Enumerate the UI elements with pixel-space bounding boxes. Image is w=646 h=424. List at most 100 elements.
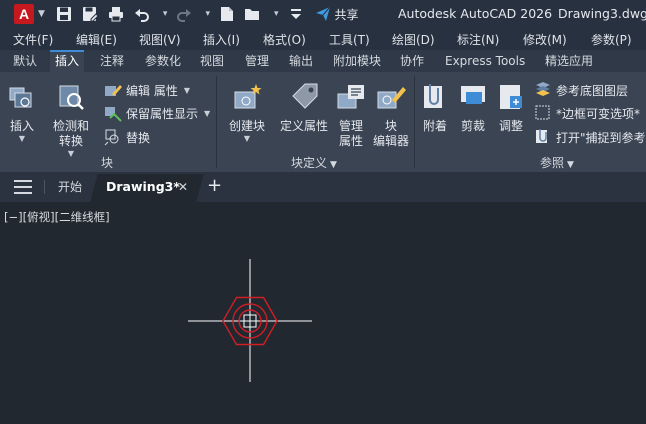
frames-variable-label: *边框可变选项* bbox=[556, 106, 641, 121]
open-dropdown-icon[interactable]: ▾ bbox=[274, 9, 279, 19]
insert-block-label: 插入 bbox=[9, 119, 34, 133]
manage-attributes-button[interactable]: 管理 属性 bbox=[334, 82, 368, 149]
adjust-label: 调整 bbox=[498, 119, 523, 133]
frames-variable-dropdown[interactable]: *边框可变选项* ▼ bbox=[534, 104, 646, 122]
panel-divider bbox=[414, 76, 415, 168]
undo-dropdown-icon[interactable]: ▾ bbox=[163, 9, 168, 19]
share-label: 共享 bbox=[334, 7, 359, 22]
menu-parametric[interactable]: 参数(P) bbox=[591, 31, 632, 48]
block-editor-label-line1: 块 bbox=[384, 119, 397, 133]
new-tab-plus-icon[interactable]: + bbox=[207, 176, 222, 196]
replace-button[interactable]: 替换 bbox=[104, 128, 150, 146]
define-attribute-button[interactable]: 定义属性 bbox=[278, 82, 330, 134]
create-block-button[interactable]: 创建块 ▼ bbox=[224, 82, 270, 144]
tab-divider bbox=[44, 180, 45, 194]
tag-icon bbox=[292, 83, 318, 109]
edit-attribute-button[interactable]: 编辑 属性 ▼ bbox=[104, 81, 190, 99]
save-as-icon[interactable] bbox=[81, 5, 99, 23]
block-definition-title-label: 块定义 bbox=[291, 156, 328, 170]
clip-icon bbox=[461, 86, 485, 104]
menu-dimension[interactable]: 标注(N) bbox=[457, 31, 499, 48]
tab-manage[interactable]: 管理 bbox=[240, 50, 274, 72]
chevron-down-icon: ▼ bbox=[67, 149, 75, 158]
replace-icon bbox=[104, 129, 119, 146]
chevron-down-icon[interactable]: ▼ bbox=[38, 9, 45, 19]
attach-label: 附着 bbox=[422, 119, 447, 133]
new-file-icon[interactable] bbox=[218, 5, 236, 23]
undo-icon[interactable] bbox=[133, 5, 151, 23]
retain-attribute-label: 保留属性显示 bbox=[126, 106, 199, 121]
tab-view[interactable]: 视图 bbox=[195, 50, 229, 72]
redo-dropdown-icon[interactable]: ▾ bbox=[205, 9, 210, 19]
manage-attributes-label-line1: 管理 bbox=[338, 119, 363, 133]
detect-convert-button[interactable]: 检测和 转换 ▼ bbox=[50, 82, 92, 159]
print-icon[interactable] bbox=[107, 5, 125, 23]
retain-attribute-display-button[interactable]: 保留属性显示 ▼ bbox=[104, 104, 210, 122]
adjust-button[interactable]: 调整 bbox=[494, 82, 528, 134]
title-bar: A ▼ ▾ ▾ ▾ 共享 Autodesk AutoCAD 2026 Drawi… bbox=[0, 0, 646, 28]
tab-annotate[interactable]: 注释 bbox=[95, 50, 129, 72]
chevron-down-icon: ▼ bbox=[18, 134, 26, 143]
tab-featured-apps[interactable]: 精选应用 bbox=[540, 50, 598, 72]
edit-attribute-label: 编辑 属性 bbox=[126, 83, 178, 98]
menu-file[interactable]: 文件(F) bbox=[13, 31, 53, 48]
tab-insert[interactable]: 插入 bbox=[50, 50, 85, 72]
active-file-tab-label[interactable]: Drawing3* bbox=[106, 172, 180, 202]
block-definition-panel-title[interactable]: 块定义 ▼ bbox=[291, 154, 337, 171]
menu-edit[interactable]: 编辑(E) bbox=[76, 31, 117, 48]
panel-divider bbox=[216, 76, 217, 168]
manage-attributes-label-line2: 属性 bbox=[338, 134, 363, 148]
define-attribute-label: 定义属性 bbox=[279, 119, 328, 133]
redo-icon[interactable] bbox=[175, 5, 193, 23]
create-block-icon bbox=[234, 84, 262, 109]
frame-icon bbox=[535, 105, 550, 120]
tab-addins[interactable]: 附加模块 bbox=[328, 50, 386, 72]
open-folder-icon[interactable] bbox=[244, 5, 262, 23]
tab-default[interactable]: 默认 bbox=[8, 50, 42, 72]
create-block-label: 创建块 bbox=[228, 119, 265, 133]
block-editor-button[interactable]: 块 编辑器 bbox=[370, 82, 412, 149]
tab-output[interactable]: 输出 bbox=[284, 50, 318, 72]
share-button[interactable]: 共享 bbox=[315, 6, 359, 23]
block-editor-icon bbox=[377, 87, 406, 109]
customize-icon[interactable] bbox=[287, 5, 305, 23]
tab-express-tools[interactable]: Express Tools bbox=[440, 50, 530, 72]
insert-block-button[interactable]: 插入 ▼ bbox=[4, 82, 40, 144]
chevron-down-icon: ▼ bbox=[330, 160, 337, 170]
underlay-layers-button[interactable]: 参考底图图层 bbox=[534, 81, 628, 99]
insert-block-icon bbox=[9, 87, 32, 108]
chevron-down-icon: ▼ bbox=[183, 85, 190, 95]
chevron-down-icon: ▼ bbox=[243, 134, 251, 143]
menu-bar: 文件(F) 编辑(E) 视图(V) 插入(I) 格式(O) 工具(T) 绘图(D… bbox=[0, 28, 646, 50]
reference-panel-title[interactable]: 参照 ▼ bbox=[540, 154, 574, 171]
drawing-canvas[interactable]: [−][俯视][二维线框] bbox=[0, 202, 646, 424]
chevron-down-icon: ▼ bbox=[204, 108, 211, 118]
quick-access-toolbar: ▾ ▾ ▾ 共享 bbox=[55, 5, 359, 23]
application-menu-button[interactable]: A bbox=[14, 4, 34, 24]
detect-convert-label-line1: 检测和 bbox=[52, 119, 89, 133]
detect-convert-label-line2: 转换 bbox=[58, 134, 83, 148]
share-icon bbox=[315, 6, 330, 21]
save-icon[interactable] bbox=[55, 5, 73, 23]
underlay-layers-label: 参考底图图层 bbox=[556, 83, 629, 98]
menu-modify[interactable]: 修改(M) bbox=[523, 31, 567, 48]
start-tab[interactable]: 开始 bbox=[58, 172, 82, 202]
menu-tools[interactable]: 工具(T) bbox=[329, 31, 370, 48]
menu-draw[interactable]: 绘图(D) bbox=[392, 31, 435, 48]
adjust-icon bbox=[500, 85, 522, 109]
menu-view[interactable]: 视图(V) bbox=[139, 31, 181, 48]
tab-collaborate[interactable]: 协作 bbox=[395, 50, 429, 72]
document-title: Drawing3.dwg bbox=[558, 6, 646, 21]
block-panel-title: 块 bbox=[101, 156, 114, 170]
snap-to-reference-toggle[interactable]: 打开"捕捉到参考 bbox=[534, 128, 646, 146]
clip-button[interactable]: 剪裁 bbox=[456, 82, 490, 134]
hamburger-menu-icon[interactable] bbox=[14, 180, 32, 194]
block-editor-label-line2: 编辑器 bbox=[372, 134, 409, 148]
reference-title-label: 参照 bbox=[540, 156, 565, 170]
attach-button[interactable]: 附着 bbox=[418, 82, 452, 134]
replace-label: 替换 bbox=[126, 130, 151, 145]
close-icon[interactable]: ✕ bbox=[178, 172, 188, 202]
tab-parametric[interactable]: 参数化 bbox=[140, 50, 186, 72]
menu-insert[interactable]: 插入(I) bbox=[203, 31, 240, 48]
menu-format[interactable]: 格式(O) bbox=[263, 31, 306, 48]
